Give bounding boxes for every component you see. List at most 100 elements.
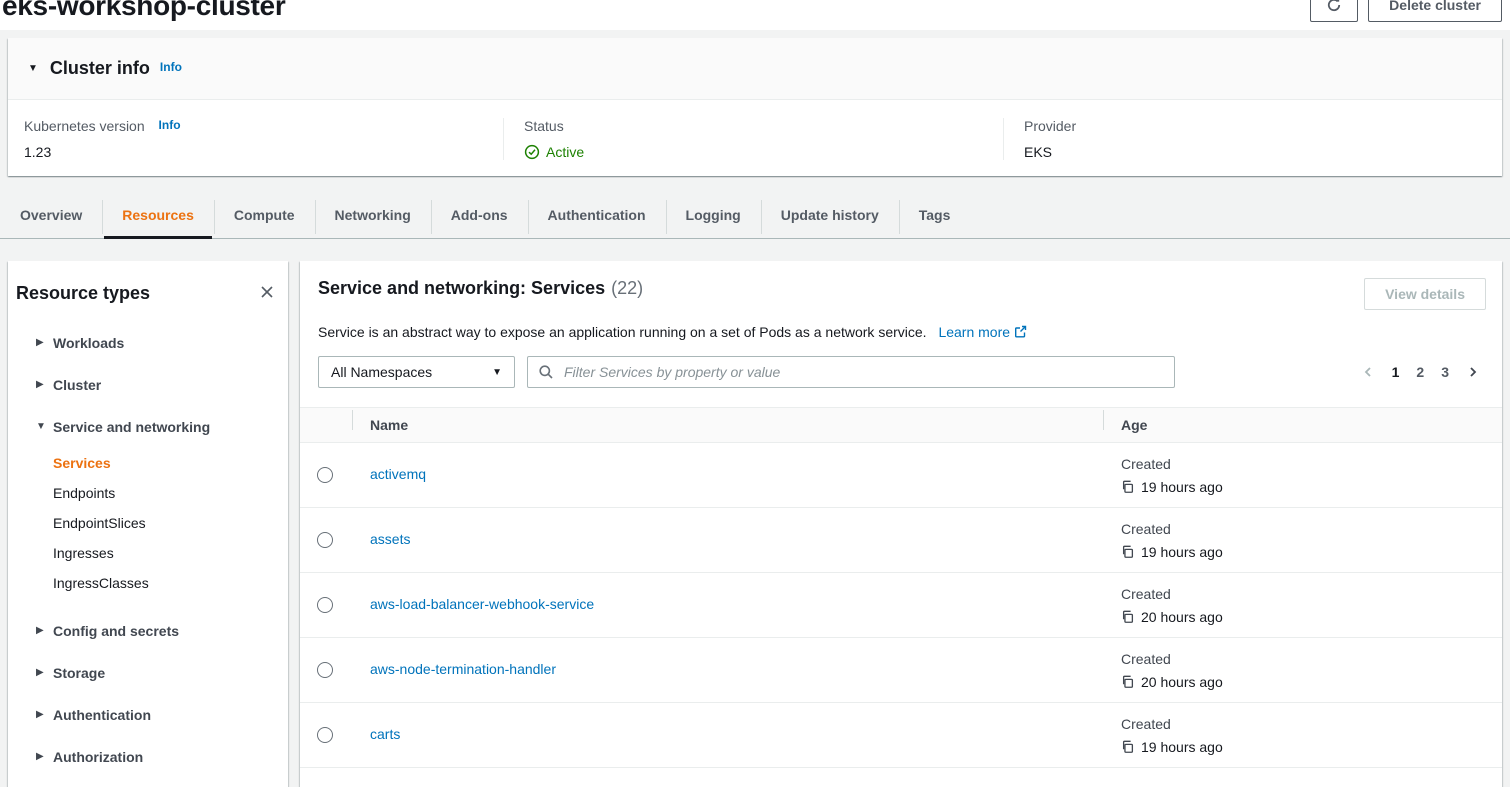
created-label: Created [1121,584,1502,604]
tab-overview[interactable]: Overview [0,192,102,238]
sidebar-item-services[interactable]: Services [8,448,288,478]
sidebar-group-authentication[interactable]: ▶ Authentication [8,694,288,736]
view-details-button[interactable]: View details [1364,278,1486,310]
cluster-info-card: ▼ Cluster info Info Kubernetes version I… [8,38,1502,176]
radio-button[interactable] [317,532,333,548]
tab-update-history[interactable]: Update history [761,192,899,238]
table-row-partial: Created [300,768,1502,787]
pagination-prev-icon[interactable] [1361,365,1375,379]
delete-cluster-button[interactable]: Delete cluster [1368,0,1502,22]
chevron-right-icon: ▶ [36,375,45,395]
table-row-activemq: activemq Created 19 hours ago [300,443,1502,508]
copy-icon[interactable] [1121,545,1135,559]
status-field: Status Active [503,118,1003,160]
cluster-info-header[interactable]: ▼ Cluster info Info [8,38,1502,100]
sidebar-group-label: Authorization [53,747,143,767]
pagination-next-icon[interactable] [1466,365,1480,379]
refresh-button[interactable] [1310,0,1358,22]
age-value: 20 hours ago [1141,672,1223,692]
sidebar-group-cluster[interactable]: ▶ Cluster [8,364,288,406]
check-circle-icon [524,144,540,160]
sidebar-item-endpoints[interactable]: Endpoints [8,478,288,508]
service-and-networking-items: Services Endpoints EndpointSlices Ingres… [8,448,288,598]
service-link[interactable]: assets [370,531,410,547]
sidebar-group-label: Authentication [53,705,151,725]
pagination-page-2[interactable]: 2 [1416,364,1424,380]
tab-networking[interactable]: Networking [315,192,431,238]
age-value: 19 hours ago [1141,737,1223,757]
copy-icon[interactable] [1121,610,1135,624]
services-description: Service is an abstract way to expose an … [300,310,1502,342]
namespace-select-value: All Namespaces [331,364,432,380]
radio-button[interactable] [317,597,333,613]
learn-more-link[interactable]: Learn more [938,324,1027,340]
pagination-page-1[interactable]: 1 [1392,364,1400,380]
resource-types-title: Resource types [16,283,150,304]
eks-cluster-page: eks-workshop-cluster Delete cluster ▼ Cl… [0,0,1510,787]
radio-button[interactable] [317,662,333,678]
cluster-tabs: Overview Resources Compute Networking Ad… [0,192,1510,239]
name-column-header: Name [352,417,1103,433]
close-icon[interactable] [258,283,276,301]
services-filter-input[interactable] [562,363,1164,381]
service-link[interactable]: carts [370,726,400,742]
copy-icon[interactable] [1121,480,1135,494]
kubernetes-version-value: 1.23 [24,144,503,160]
sidebar-item-endpointslices[interactable]: EndpointSlices [8,508,288,538]
tab-compute[interactable]: Compute [214,192,315,238]
age-value: 19 hours ago [1141,477,1223,497]
sidebar-group-service-and-networking[interactable]: ▼ Service and networking [8,406,288,448]
age-column-header: Age [1103,417,1502,433]
resource-types-panel: Resource types ▶ Workloads ▶ Cluster ▼ [8,261,288,787]
radio-button[interactable] [317,467,333,483]
sidebar-group-config-and-secrets[interactable]: ▶ Config and secrets [8,610,288,652]
external-link-icon [1014,325,1027,341]
services-panel-header: Service and networking: Services(22) Vie… [300,261,1502,310]
cluster-info-title: Cluster info [50,58,150,79]
services-panel: Service and networking: Services(22) Vie… [300,261,1502,787]
resource-types-header: Resource types [8,261,288,304]
table-row-assets: assets Created 19 hours ago [300,508,1502,573]
cluster-info-body: Kubernetes version Info 1.23 Status Acti… [8,100,1502,176]
pagination-page-3[interactable]: 3 [1441,364,1449,380]
provider-value: EKS [1024,144,1502,160]
service-link[interactable]: activemq [370,466,426,482]
sidebar-item-ingressclasses[interactable]: IngressClasses [8,568,288,598]
service-link[interactable]: aws-load-balancer-webhook-service [370,596,594,612]
tab-add-ons[interactable]: Add-ons [431,192,528,238]
services-controls: All Namespaces ▼ 1 2 [300,342,1502,388]
cluster-info-info-link[interactable]: Info [160,60,182,74]
learn-more-label: Learn more [938,324,1010,340]
tab-resources[interactable]: Resources [102,192,214,238]
page-title: eks-workshop-cluster [2,0,285,22]
service-link[interactable]: aws-node-termination-handler [370,661,556,677]
tab-logging[interactable]: Logging [666,192,761,238]
kubernetes-version-info-link[interactable]: Info [159,118,181,132]
copy-icon[interactable] [1121,675,1135,689]
sidebar-group-label: Config and secrets [53,621,179,641]
services-title-text: Service and networking: Services [318,278,605,298]
status-text: Active [546,144,584,160]
created-label: Created [1121,519,1502,539]
services-description-text: Service is an abstract way to expose an … [318,324,927,340]
services-table-header: Name Age [300,407,1502,443]
field-label: Kubernetes version Info [24,118,503,134]
sidebar-group-label: Workloads [53,333,124,353]
table-row-aws-load-balancer-webhook-service: aws-load-balancer-webhook-service Create… [300,573,1502,638]
namespace-select[interactable]: All Namespaces ▼ [318,356,515,388]
copy-icon[interactable] [1121,740,1135,754]
sidebar-group-authorization[interactable]: ▶ Authorization [8,736,288,778]
resource-types-list: ▶ Workloads ▶ Cluster ▼ Service and netw… [8,322,288,778]
sidebar-group-storage[interactable]: ▶ Storage [8,652,288,694]
chevron-down-icon: ▼ [28,63,38,74]
sidebar-group-workloads[interactable]: ▶ Workloads [8,322,288,364]
tab-authentication[interactable]: Authentication [528,192,666,238]
tab-tags[interactable]: Tags [899,192,971,238]
sidebar-item-ingresses[interactable]: Ingresses [8,538,288,568]
provider-field: Provider EKS [1003,118,1502,160]
radio-button[interactable] [317,727,333,743]
chevron-right-icon: ▶ [36,663,45,683]
provider-label: Provider [1024,118,1502,134]
chevron-right-icon: ▶ [36,621,45,641]
created-label: Created [1121,714,1502,734]
